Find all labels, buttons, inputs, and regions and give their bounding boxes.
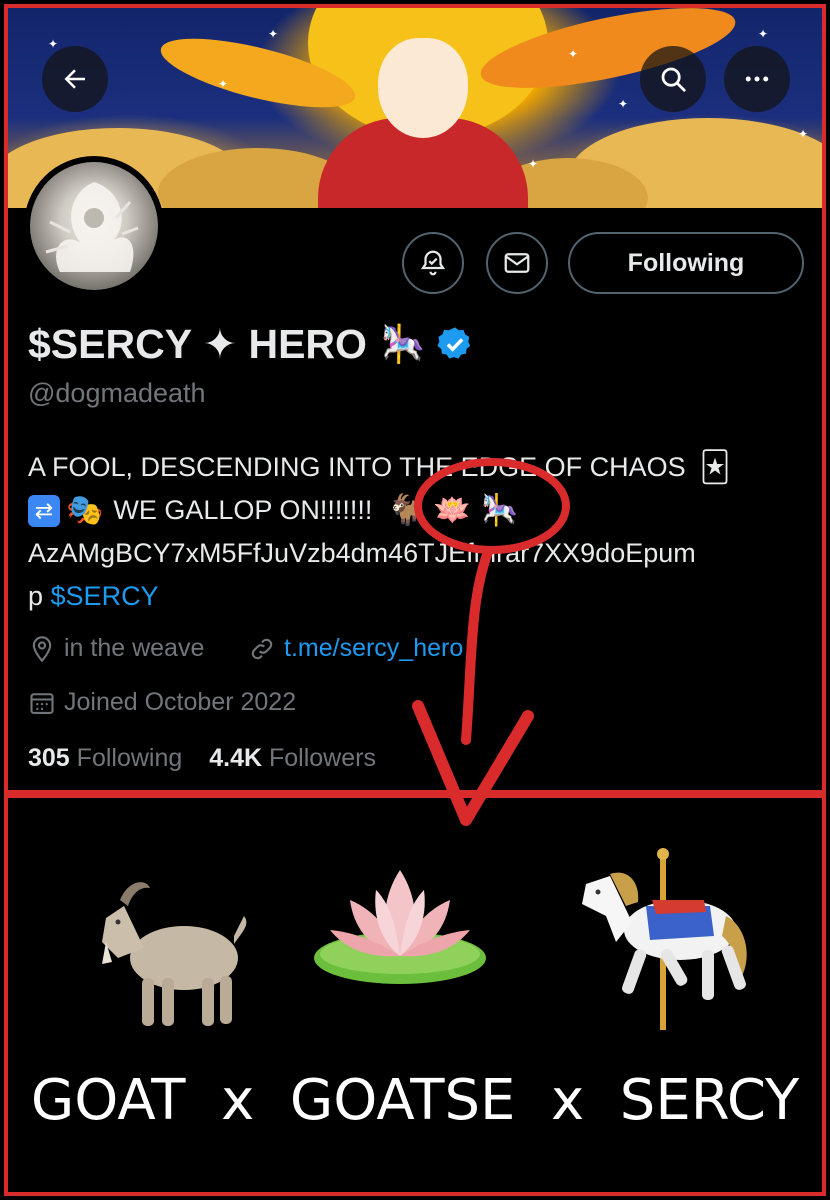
carousel-horse-icon [576,846,756,1041]
lotus-icon [310,860,490,995]
annotation-frame-profile [4,4,826,794]
caption-text: GOAT x GOATSE x SERCY [30,1068,800,1133]
goat-icon [84,866,254,1041]
